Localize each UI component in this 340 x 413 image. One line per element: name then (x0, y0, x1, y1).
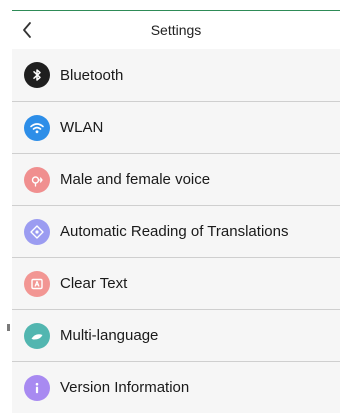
settings-list: Bluetooth WLAN Male and female voice Aut… (12, 49, 340, 413)
settings-screen: Settings Bluetooth WLAN Male and female … (12, 10, 340, 413)
page-title: Settings (150, 22, 202, 38)
voice-icon (24, 166, 50, 193)
settings-item-wlan[interactable]: WLAN (12, 101, 340, 153)
settings-item-label: Bluetooth (60, 66, 124, 84)
wifi-icon (24, 114, 50, 141)
edge-handle (7, 324, 10, 331)
settings-item-label: Male and female voice (60, 171, 211, 188)
header-bar: Settings (12, 11, 340, 49)
settings-item-label: WLAN (60, 119, 104, 136)
settings-item-label: Multi-language (60, 327, 159, 344)
info-icon (24, 374, 50, 401)
translation-reading-icon (24, 218, 50, 245)
settings-item-label: Automatic Reading of Translations (60, 223, 289, 240)
settings-item-multi-language[interactable]: Multi-language (12, 309, 340, 361)
bluetooth-icon (24, 62, 50, 88)
settings-item-bluetooth[interactable]: Bluetooth (12, 49, 340, 101)
settings-item-label: Version Information (60, 379, 190, 396)
settings-item-auto-reading[interactable]: Automatic Reading of Translations (12, 205, 340, 257)
settings-item-label: Clear Text (60, 275, 128, 292)
settings-item-voice[interactable]: Male and female voice (12, 153, 340, 205)
settings-item-version[interactable]: Version Information (12, 361, 340, 413)
multi-language-icon (24, 322, 50, 349)
settings-item-clear-text[interactable]: Clear Text (12, 257, 340, 309)
clear-text-icon (24, 270, 50, 297)
